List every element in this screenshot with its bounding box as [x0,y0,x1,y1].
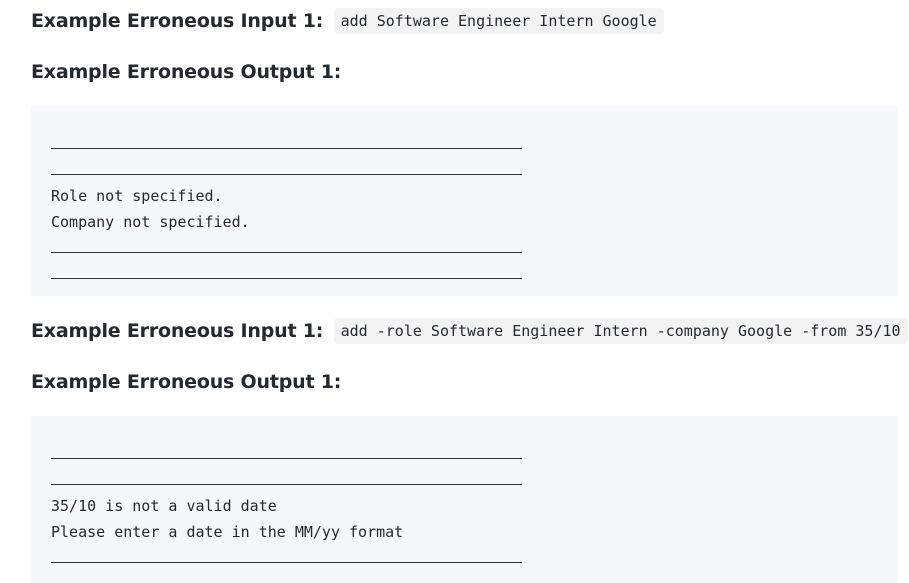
separator-line [51,467,898,493]
output-line: 35/10 is not a valid date [51,497,277,515]
output-code: 35/10 is not a valid date Please enter a … [31,416,898,571]
example-input-heading: Example Erroneous Input 1: add Software … [31,8,664,34]
output-code-block: 35/10 is not a valid date Please enter a … [31,416,898,583]
example-input-label: Example Erroneous Input 1: [31,320,324,342]
example-output-heading: Example Erroneous Output 1: [31,369,341,395]
output-line: Role not specified. [51,187,223,205]
output-line: Company not specified. [51,213,250,231]
separator-line [51,441,898,467]
example-output-heading: Example Erroneous Output 1: [31,59,341,85]
separator-line [51,261,898,287]
example-output-label: Example Erroneous Output 1: [31,371,342,393]
separator-line [51,131,898,157]
output-code: Role not specified. Company not specified… [31,106,898,287]
example-input-code: add Software Engineer Intern Google [333,8,664,34]
example-input-heading: Example Erroneous Input 1: add -role Sof… [31,318,908,344]
separator-line [51,545,898,571]
example-input-label: Example Erroneous Input 1: [31,10,324,32]
example-input-code: add -role Software Engineer Intern -comp… [333,318,908,344]
example-output-label: Example Erroneous Output 1: [31,61,342,83]
separator-line [51,157,898,183]
separator-line [51,235,898,261]
output-code-block: Role not specified. Company not specified… [31,106,898,296]
output-line: Please enter a date in the MM/yy format [51,523,404,541]
